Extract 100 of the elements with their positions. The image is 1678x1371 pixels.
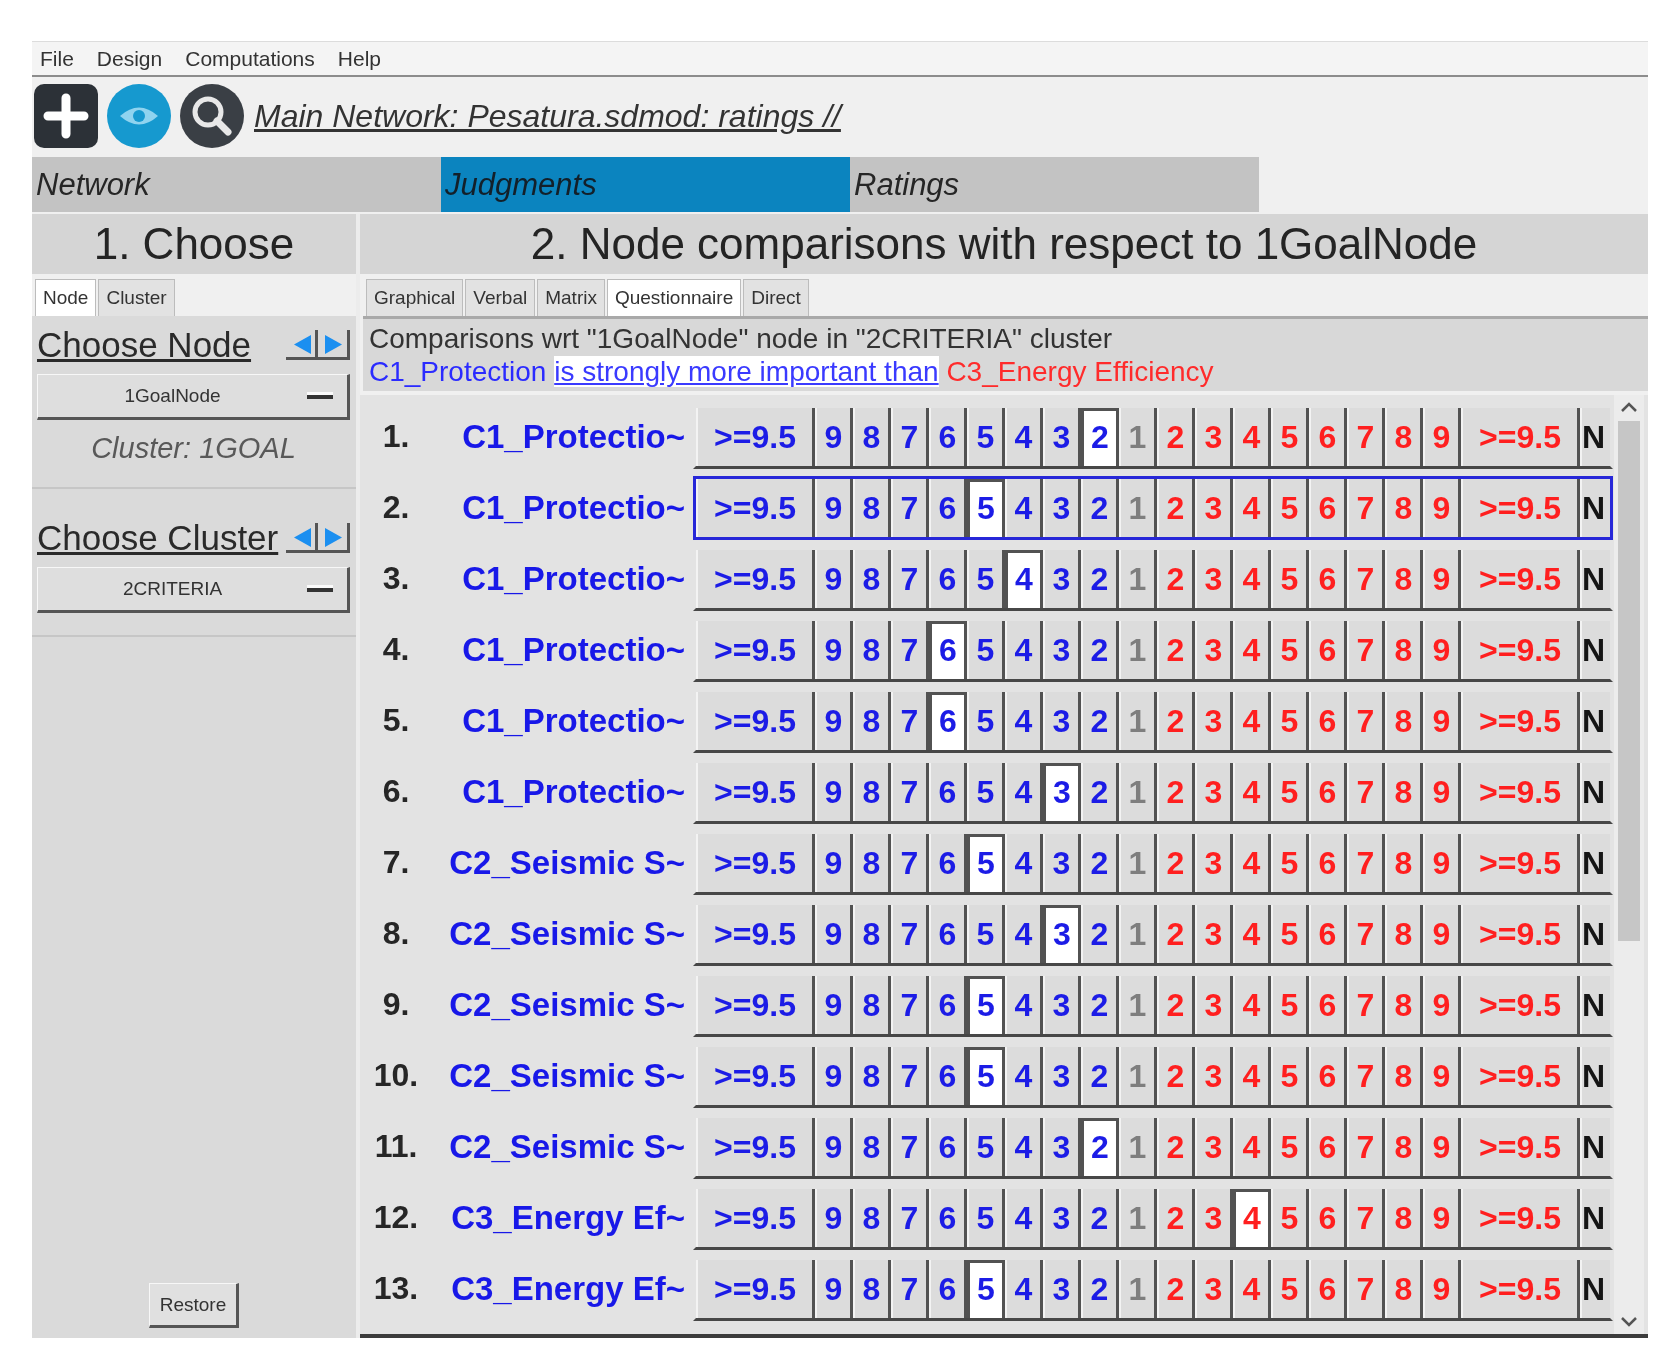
n-button[interactable]: N xyxy=(1580,904,1610,963)
rating-button[interactable]: 7 xyxy=(891,762,929,821)
rating-button[interactable]: 3 xyxy=(1043,1046,1081,1105)
plus-icon[interactable] xyxy=(34,84,98,148)
rating-button[interactable]: 2 xyxy=(1081,904,1119,963)
cluster-dropdown[interactable]: 2CRITERIA xyxy=(37,567,350,613)
rating-button[interactable]: 7 xyxy=(891,1259,929,1318)
rating-button[interactable]: 7 xyxy=(891,691,929,750)
rating-button[interactable]: >=9.5 xyxy=(696,1046,815,1105)
rating-button[interactable]: 2 xyxy=(1081,1117,1119,1176)
rating-button[interactable]: 8 xyxy=(853,975,891,1034)
rating-button[interactable]: 2 xyxy=(1081,549,1119,608)
rating-button[interactable]: >=9.5 xyxy=(696,833,815,892)
rating-button[interactable]: 8 xyxy=(853,904,891,963)
rating-button[interactable]: 9 xyxy=(815,1046,853,1105)
rating-button[interactable]: 6 xyxy=(929,549,967,608)
rating-button[interactable]: 7 xyxy=(891,549,929,608)
main-tab[interactable]: Ratings xyxy=(850,157,1259,212)
rating-button[interactable]: 5 xyxy=(967,1259,1005,1318)
rating-button[interactable]: >=9.5 xyxy=(696,691,815,750)
n-button[interactable]: N xyxy=(1580,833,1610,892)
rating-button[interactable]: 4 xyxy=(1005,833,1043,892)
rating-button[interactable]: 5 xyxy=(967,407,1005,466)
rating-button[interactable]: 4 xyxy=(1005,975,1043,1034)
rating-button[interactable]: 5 xyxy=(967,904,1005,963)
rating-button[interactable]: 8 xyxy=(853,1188,891,1247)
menu-item[interactable]: Help xyxy=(337,46,381,71)
rating-button[interactable]: 4 xyxy=(1005,691,1043,750)
rating-button[interactable]: >=9.5 xyxy=(696,1188,815,1247)
rating-button[interactable]: 4 xyxy=(1005,620,1043,679)
rating-button[interactable]: 9 xyxy=(815,620,853,679)
n-button[interactable]: N xyxy=(1580,691,1610,750)
rating-button[interactable]: 2 xyxy=(1081,407,1119,466)
rating-button[interactable]: 2 xyxy=(1081,691,1119,750)
rating-button[interactable]: 3 xyxy=(1043,549,1081,608)
rating-button[interactable]: 9 xyxy=(815,975,853,1034)
rating-button[interactable]: 8 xyxy=(853,762,891,821)
scroll-up-icon[interactable] xyxy=(1620,401,1638,413)
left-arrow-icon[interactable] xyxy=(286,330,318,360)
rating-button[interactable]: 6 xyxy=(929,904,967,963)
rating-button[interactable]: >=9.5 xyxy=(696,904,815,963)
rating-button[interactable]: 9 xyxy=(815,904,853,963)
rating-button[interactable]: 3 xyxy=(1043,1188,1081,1247)
rating-button[interactable]: 7 xyxy=(891,833,929,892)
rating-button[interactable]: 5 xyxy=(967,620,1005,679)
rating-button[interactable]: 6 xyxy=(929,975,967,1034)
rating-button[interactable]: 7 xyxy=(891,904,929,963)
restore-button[interactable]: Restore xyxy=(148,1283,240,1328)
rating-button[interactable]: 4 xyxy=(1005,1117,1043,1176)
rating-button[interactable]: 2 xyxy=(1081,620,1119,679)
n-button[interactable]: N xyxy=(1580,1117,1610,1176)
rating-button[interactable]: 8 xyxy=(853,1117,891,1176)
rating-button[interactable]: 4 xyxy=(1005,478,1043,537)
rating-button[interactable]: 7 xyxy=(891,620,929,679)
rating-button[interactable]: 3 xyxy=(1043,620,1081,679)
rating-button[interactable]: 6 xyxy=(929,691,967,750)
rating-button[interactable]: 5 xyxy=(967,1046,1005,1105)
rating-button[interactable]: 9 xyxy=(815,833,853,892)
rating-button[interactable]: 3 xyxy=(1043,904,1081,963)
panel-tab[interactable]: Matrix xyxy=(537,279,605,316)
scroll-down-icon[interactable] xyxy=(1620,1316,1638,1328)
rating-button[interactable]: 7 xyxy=(891,975,929,1034)
rating-button[interactable]: 8 xyxy=(853,691,891,750)
panel-tab[interactable]: Questionnaire xyxy=(606,279,742,316)
n-button[interactable]: N xyxy=(1580,975,1610,1034)
rating-button[interactable]: >=9.5 xyxy=(696,549,815,608)
rating-button[interactable]: 9 xyxy=(815,407,853,466)
menu-item[interactable]: Computations xyxy=(185,46,315,71)
rating-button[interactable]: 6 xyxy=(929,1188,967,1247)
menu-item[interactable]: Design xyxy=(96,46,163,71)
scrollbar-thumb[interactable] xyxy=(1618,421,1640,941)
rating-button[interactable]: 5 xyxy=(967,762,1005,821)
rating-button[interactable]: 4 xyxy=(1005,407,1043,466)
rating-button[interactable]: 4 xyxy=(1005,1188,1043,1247)
main-tab[interactable]: Judgments xyxy=(441,157,850,212)
rating-button[interactable]: 9 xyxy=(815,1117,853,1176)
n-button[interactable]: N xyxy=(1580,1046,1610,1105)
rating-button[interactable]: 3 xyxy=(1043,478,1081,537)
rating-button[interactable]: >=9.5 xyxy=(696,407,815,466)
rating-button[interactable]: 4 xyxy=(1233,1188,1271,1247)
rating-button[interactable]: 5 xyxy=(967,1117,1005,1176)
rating-button[interactable]: 4 xyxy=(1005,904,1043,963)
scrollbar[interactable] xyxy=(1614,395,1644,1334)
rating-button[interactable]: 9 xyxy=(815,478,853,537)
rating-button[interactable]: 7 xyxy=(891,1117,929,1176)
n-button[interactable]: N xyxy=(1580,478,1610,537)
rating-button[interactable]: 4 xyxy=(1005,762,1043,821)
n-button[interactable]: N xyxy=(1580,620,1610,679)
n-button[interactable]: N xyxy=(1580,407,1610,466)
rating-button[interactable]: 3 xyxy=(1043,833,1081,892)
panel-tab[interactable]: Verbal xyxy=(465,279,536,316)
rating-button[interactable]: 2 xyxy=(1081,1259,1119,1318)
rating-button[interactable]: 5 xyxy=(967,975,1005,1034)
rating-button[interactable]: 3 xyxy=(1043,975,1081,1034)
rating-button[interactable]: 9 xyxy=(815,1259,853,1318)
rating-button[interactable]: 9 xyxy=(815,762,853,821)
rating-button[interactable]: 9 xyxy=(815,1188,853,1247)
rating-button[interactable]: 3 xyxy=(1043,1259,1081,1318)
rating-button[interactable]: 6 xyxy=(929,478,967,537)
rating-button[interactable]: 2 xyxy=(1081,478,1119,537)
